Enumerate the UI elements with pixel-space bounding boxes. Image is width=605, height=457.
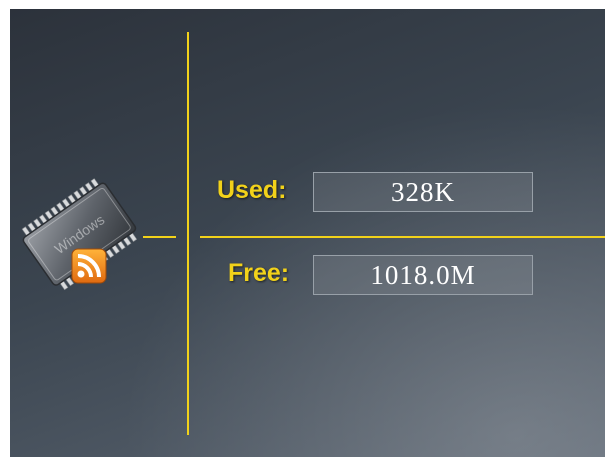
horizontal-divider bbox=[200, 236, 605, 238]
free-value-field: 1018.0M bbox=[313, 255, 533, 295]
used-label: Used: bbox=[217, 176, 287, 204]
used-value-field: 328K bbox=[313, 172, 533, 212]
memory-chip-rss-icon: Windows bbox=[21, 178, 138, 291]
vertical-divider bbox=[187, 32, 189, 435]
icon-connector-line bbox=[143, 236, 176, 238]
memory-gadget-panel: Windows Used: 328K Free: 1018.0M bbox=[10, 9, 605, 457]
free-label: Free: bbox=[228, 259, 290, 287]
